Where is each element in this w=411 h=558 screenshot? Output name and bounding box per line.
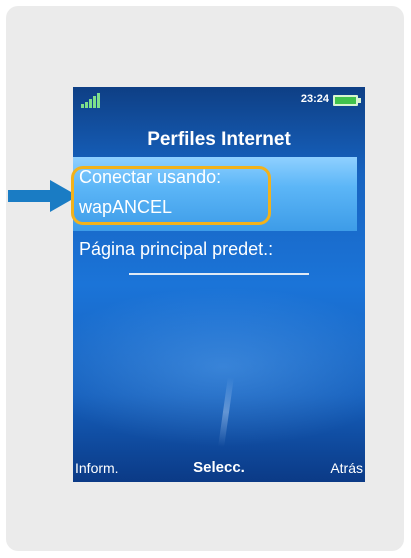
softkey-select[interactable]: Selecc. <box>73 459 365 476</box>
softkey-back[interactable]: Atrás <box>330 460 363 476</box>
softkey-bar: Inform. Selecc. Atrás <box>73 454 365 482</box>
battery-icon <box>333 95 361 106</box>
signal-strength-icon <box>81 93 100 108</box>
screen-title: Perfiles Internet <box>147 129 291 150</box>
arrow-right-icon <box>8 180 78 212</box>
clock: 23:24 <box>300 93 329 105</box>
status-bar: 23:24 <box>73 87 365 113</box>
homepage-value-line <box>129 273 309 275</box>
highlight-ring <box>71 166 271 225</box>
screen-glow <box>73 287 365 447</box>
phone-screen: 23:24 Perfiles Internet Conectar usando:… <box>73 87 365 482</box>
list-item-homepage[interactable]: Página principal predet.: <box>79 239 273 260</box>
